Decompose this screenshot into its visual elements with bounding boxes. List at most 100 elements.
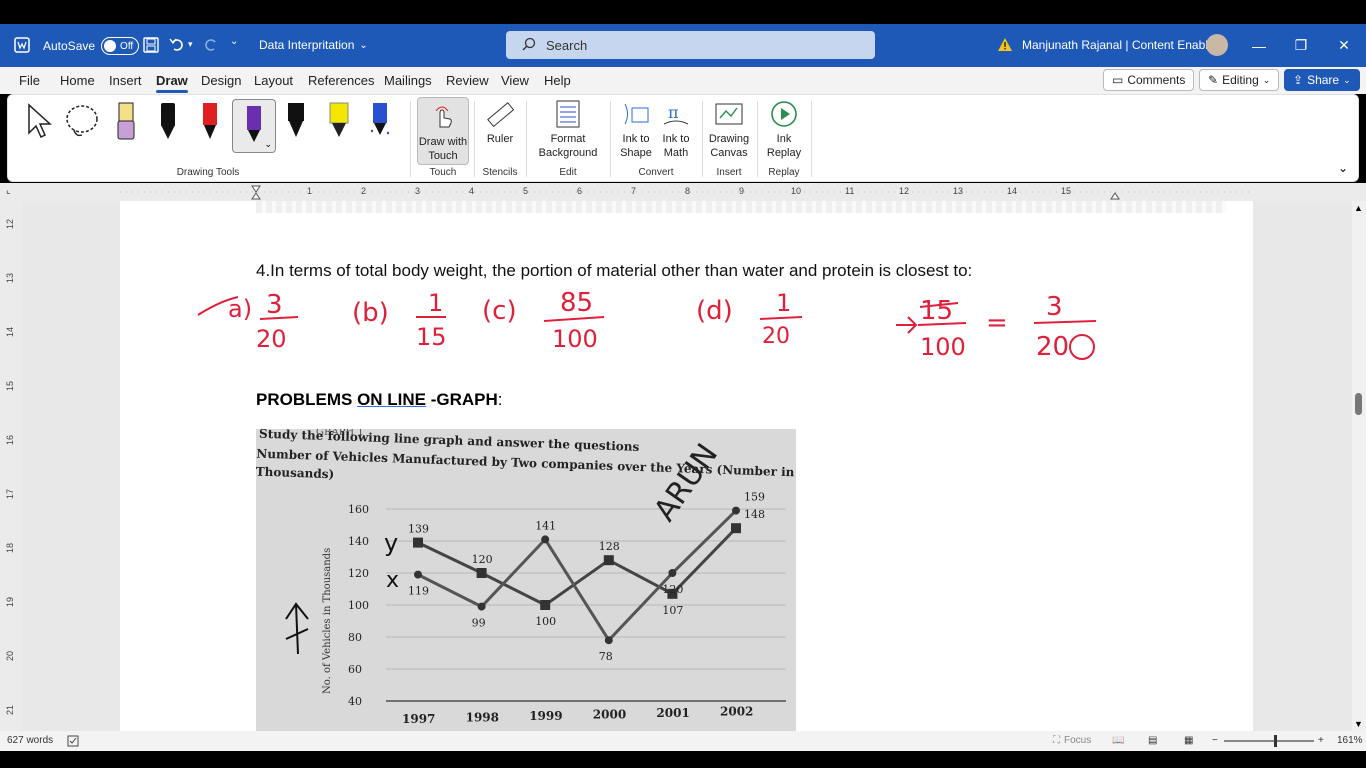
yellow-highlighter-icon[interactable]: [327, 101, 349, 141]
read-mode-icon[interactable]: 📖: [1112, 735, 1124, 746]
tab-design[interactable]: Design: [201, 73, 241, 88]
horizontal-ruler[interactable]: ⌞ 1 2 3 4 5 6 7 8 9 10 11 12 13 14 15: [0, 183, 1366, 201]
ink-replay-line1: Ink: [776, 133, 792, 145]
editing-button[interactable]: ✎ Editing ⌄: [1199, 69, 1280, 91]
comments-button[interactable]: ▭ Comments: [1103, 69, 1195, 91]
group-convert: Convert: [638, 167, 674, 178]
tab-layout[interactable]: Layout: [254, 73, 293, 88]
tab-mailings[interactable]: Mailings: [384, 73, 432, 88]
scroll-thumb[interactable]: [1355, 393, 1362, 415]
zoom-in-icon[interactable]: +: [1318, 735, 1324, 746]
redo-icon[interactable]: [202, 36, 220, 52]
tab-draw[interactable]: Draw: [156, 73, 188, 93]
restore-icon[interactable]: ❐: [1280, 24, 1322, 67]
focus-button[interactable]: ⛶ Focus: [1053, 735, 1091, 746]
group-drawing-tools: Drawing Tools: [176, 167, 240, 178]
group-edit: Edit: [559, 167, 577, 178]
save-icon[interactable]: [143, 37, 159, 53]
series-lines: [417, 509, 738, 643]
vruler-number: 17: [5, 488, 16, 500]
tab-references[interactable]: References: [308, 73, 374, 88]
zoom-slider-thumb[interactable]: [1274, 735, 1277, 747]
ink-a-numerator: 3: [266, 290, 283, 320]
ink-to-shape-icon: [621, 99, 651, 129]
tab-insert[interactable]: Insert: [109, 73, 142, 88]
tab-home[interactable]: Home: [60, 73, 95, 88]
pen-options-chevron-icon[interactable]: ⌄: [264, 139, 272, 150]
drawing-canvas-line2: Canvas: [710, 147, 748, 159]
drawing-canvas-button[interactable]: Drawing Canvas: [708, 99, 750, 160]
tab-help[interactable]: Help: [544, 73, 571, 88]
scroll-down-icon[interactable]: ▼: [1354, 719, 1363, 729]
tab-review[interactable]: Review: [446, 73, 489, 88]
data-label: 99: [472, 617, 486, 630]
ruler-button[interactable]: Ruler: [480, 99, 520, 146]
group-replay: Replay: [768, 167, 800, 178]
select-pointer-icon[interactable]: [26, 103, 54, 144]
data-label: 78: [599, 650, 613, 663]
share-button[interactable]: ⇪ Share ⌄: [1284, 69, 1360, 91]
document-canvas[interactable]: 4.In terms of total body weight, the por…: [22, 201, 1352, 731]
document-page[interactable]: 4.In terms of total body weight, the por…: [120, 201, 1253, 731]
ruler-number: 15: [1061, 186, 1072, 196]
collapse-ribbon-chevron-icon[interactable]: ⌄: [1338, 161, 1348, 175]
ink-b-denominator: 15: [416, 323, 447, 351]
print-layout-icon[interactable]: ▤: [1148, 735, 1157, 746]
undo-dropdown-icon[interactable]: ▾: [188, 39, 193, 50]
user-name[interactable]: Manjunath Rajanal | Content Enablers: [1022, 38, 1225, 52]
close-icon[interactable]: ✕: [1323, 24, 1365, 67]
minimize-icon[interactable]: —: [1238, 24, 1280, 67]
undo-icon[interactable]: ▾: [168, 36, 193, 52]
scroll-up-icon[interactable]: ▲: [1354, 203, 1363, 213]
red-pen-icon[interactable]: [199, 101, 221, 141]
data-label: 148: [744, 508, 765, 521]
galaxy-pen-icon[interactable]: [369, 101, 391, 141]
word-app-icon[interactable]: [14, 37, 30, 53]
search-icon: [522, 37, 536, 54]
data-label: 128: [599, 540, 620, 553]
vertical-scrollbar[interactable]: ▲ ▼: [1352, 201, 1366, 731]
purple-pen-selected[interactable]: ⌄: [232, 99, 276, 153]
warning-icon[interactable]: [997, 37, 1013, 52]
black-calligraphy-pen-icon[interactable]: [285, 101, 307, 141]
ruler-ticks: [120, 185, 1250, 200]
ruler-label: Ruler: [486, 133, 514, 145]
line-graph-photo[interactable]: GRAPH 1 Study the following line graph a…: [256, 429, 796, 731]
vertical-ruler[interactable]: 12 13 14 15 16 17 18 19 20 21: [0, 201, 22, 731]
ink-replay-button[interactable]: Ink Replay: [763, 99, 805, 160]
y-tick-label: 40: [348, 695, 362, 708]
ink-c-numerator: 85: [560, 288, 593, 318]
zoom-level[interactable]: 161%: [1337, 735, 1363, 746]
zoom-slider[interactable]: [1224, 735, 1314, 747]
x-tick-label: 2000: [593, 708, 626, 722]
vruler-number: 13: [5, 272, 16, 284]
group-stencils: Stencils: [482, 167, 518, 178]
web-layout-icon[interactable]: ▦: [1184, 735, 1193, 746]
lasso-select-icon[interactable]: [64, 103, 100, 144]
ink-to-math-button[interactable]: π Ink to Math: [656, 99, 696, 160]
customize-toolbar-icon[interactable]: ⌄: [230, 36, 238, 47]
data-point-x: [541, 535, 550, 544]
autosave-switch[interactable]: Off: [101, 37, 140, 55]
tab-view[interactable]: View: [501, 73, 529, 88]
tab-file[interactable]: File: [19, 73, 40, 88]
group-touch: Touch: [429, 167, 457, 178]
draw-with-touch-button[interactable]: Draw with Touch: [417, 97, 469, 165]
data-point-x: [604, 636, 613, 645]
document-title[interactable]: Data Interpritation ⌄: [259, 38, 368, 52]
ink-to-shape-button[interactable]: Ink to Shape: [616, 99, 656, 160]
word-count[interactable]: 627 words: [7, 735, 53, 746]
proofing-icon[interactable]: [67, 735, 79, 747]
photo-instruction-3: Thousands): [256, 465, 334, 482]
avatar[interactable]: [1206, 34, 1228, 56]
zoom-out-icon[interactable]: −: [1212, 735, 1218, 746]
data-label: 119: [408, 585, 429, 598]
highlighter-pen-icon[interactable]: [115, 101, 137, 141]
autosave-toggle[interactable]: AutoSave Off: [43, 37, 140, 55]
format-background-button[interactable]: Format Background: [534, 99, 602, 160]
section-heading[interactable]: PROBLEMS ON LINE -GRAPH:: [256, 390, 503, 410]
ink-annotations-answers[interactable]: a) 3 20 (b) 1 15 (c) 85 100 (d) 1 20 15: [120, 201, 1253, 371]
black-pen-icon[interactable]: [157, 101, 179, 141]
ribbon-draw: ⌄ Drawing Tools Draw with Touch Touch Ru…: [7, 94, 1359, 182]
search-box[interactable]: Search: [506, 31, 875, 59]
